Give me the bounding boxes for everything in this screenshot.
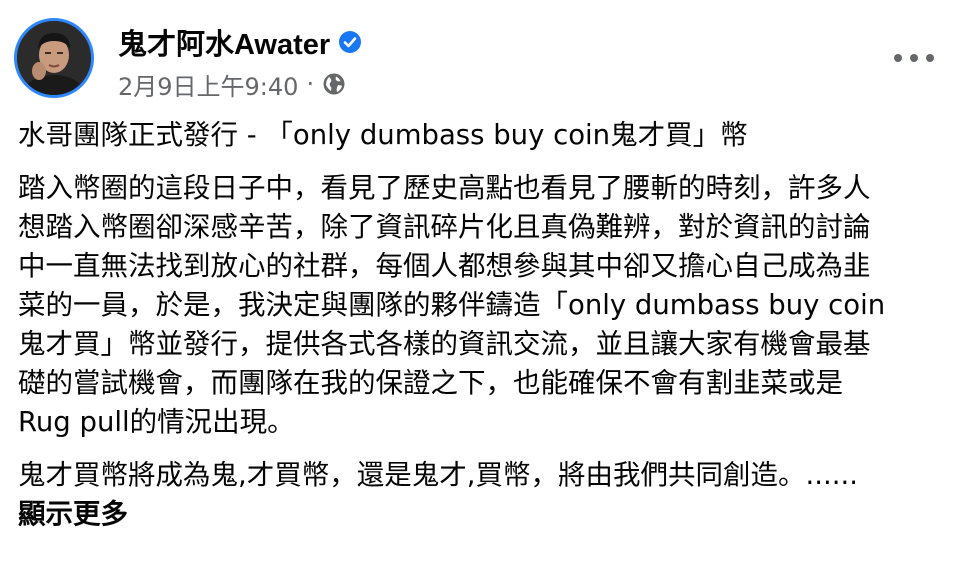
post-body-line: Rug pull的情況出現。 (18, 406, 295, 438)
author-row: 鬼才阿水Awater (118, 22, 362, 62)
more-dot (894, 54, 902, 62)
post-body-line: 礎的嘗試機會，而團隊在我的保證之下，也能確保不會有割韭菜或是 (18, 367, 843, 399)
author-block: 鬼才阿水Awater 2月9日上午9:40 · (118, 22, 362, 102)
post-content: 水哥團隊正式發行 - 「only dumbass buy coin鬼才買」幣 踏… (18, 116, 948, 534)
post-body-line: 菜的一員，於是，我決定與團隊的夥伴鑄造「only dumbass buy coi… (18, 289, 886, 321)
post-header: 鬼才阿水Awater 2月9日上午9:40 · (14, 18, 946, 108)
avatar-photo-icon (17, 21, 91, 95)
author-name[interactable]: 鬼才阿水Awater (118, 21, 330, 63)
more-options-icon[interactable] (894, 48, 934, 68)
meta-separator: · (306, 70, 315, 98)
post-meta: 2月9日上午9:40 · (118, 66, 362, 102)
see-more-link[interactable]: 顯示更多 (18, 495, 948, 534)
post-timestamp[interactable]: 2月9日上午9:40 (118, 67, 298, 102)
post-body: 踏入幣圈的這段日子中，看見了歷史高點也看見了腰斬的時刻，許多人 想踏入幣圈卻深感… (18, 169, 948, 442)
avatar[interactable] (14, 18, 94, 98)
post-body-line: 中一直無法找到放心的社群，每個人都想參與其中卻又擔心自己成為韭 (18, 250, 871, 282)
post-title: 水哥團隊正式發行 - 「only dumbass buy coin鬼才買」幣 (18, 119, 748, 151)
post-body-line: 想踏入幣圈卻深感辛苦，除了資訊碎片化且真偽難辨，對於資訊的討論 (18, 211, 871, 243)
facebook-post: 鬼才阿水Awater 2月9日上午9:40 · 水哥團隊正式發行 - 「only… (0, 0, 960, 562)
globe-icon[interactable] (322, 72, 346, 96)
more-dot (926, 54, 934, 62)
post-closing-line: 鬼才買幣將成為鬼,才買幣，還是鬼才,買幣，將由我們共同創造。...... (18, 459, 858, 491)
more-dot (910, 54, 918, 62)
verified-badge-icon (338, 30, 362, 54)
post-body-line: 鬼才買」幣並發行，提供各式各樣的資訊交流，並且讓大家有機會最基 (18, 328, 871, 360)
post-body-line: 踏入幣圈的這段日子中，看見了歷史高點也看見了腰斬的時刻，許多人 (18, 172, 871, 204)
